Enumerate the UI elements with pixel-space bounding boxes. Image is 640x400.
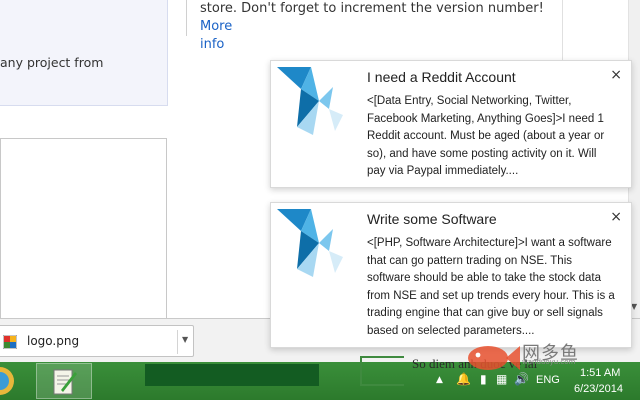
notepad-plus-icon <box>53 369 77 395</box>
page-text: store. Don't forget to increment the ver… <box>200 0 560 54</box>
taskbar-window-thumbnail[interactable] <box>145 364 319 386</box>
language-indicator[interactable]: ENG <box>536 374 560 386</box>
content-box <box>0 138 167 320</box>
clock-date[interactable]: 6/23/2014 <box>574 383 623 395</box>
notification-reddit-account[interactable]: I need a Reddit Account × <[Data Entry, … <box>270 60 632 188</box>
tray-expand-icon[interactable]: ▲ <box>436 375 443 385</box>
close-icon[interactable]: × <box>610 209 622 225</box>
bird-logo-icon <box>277 209 343 277</box>
more-link[interactable]: More <box>200 19 232 34</box>
taskbar: ▲ 🔔 ▮ ▦ 🔊 ENG 1:51 AM 6/23/2014 <box>0 362 640 400</box>
right-gutter-line <box>562 0 563 60</box>
watermark-url-text: wanduoyu.com <box>522 358 576 366</box>
left-panel-text: any project from <box>0 55 104 70</box>
info-link[interactable]: info <box>200 37 224 52</box>
bird-logo-icon <box>277 67 343 135</box>
download-file-name: logo.png <box>27 334 80 348</box>
chevron-down-icon[interactable]: ▼ <box>182 335 188 344</box>
image-file-icon <box>3 335 17 349</box>
close-icon[interactable]: × <box>610 67 622 83</box>
watermark-bracket <box>360 356 404 386</box>
download-item[interactable]: logo.png ▼ <box>0 325 194 357</box>
taskbar-app-notepad[interactable] <box>36 363 92 399</box>
notification-body: <[Data Entry, Social Networking, Twitter… <box>367 95 605 177</box>
download-item-divider <box>177 330 178 354</box>
notification-title: I need a Reddit Account <box>367 69 516 85</box>
notification-body: <[PHP, Software Architecture]>I want a s… <box>367 237 615 337</box>
notification-title: Write some Software <box>367 211 497 227</box>
start-button-icon[interactable] <box>0 364 18 398</box>
column-divider <box>186 0 187 36</box>
fish-logo-icon <box>468 346 520 370</box>
notification-write-software[interactable]: Write some Software × <[PHP, Software Ar… <box>270 202 632 348</box>
page-text-line: store. Don't forget to increment the ver… <box>200 1 544 16</box>
clock-time[interactable]: 1:51 AM <box>580 367 620 379</box>
left-panel: any project from <box>0 0 168 106</box>
